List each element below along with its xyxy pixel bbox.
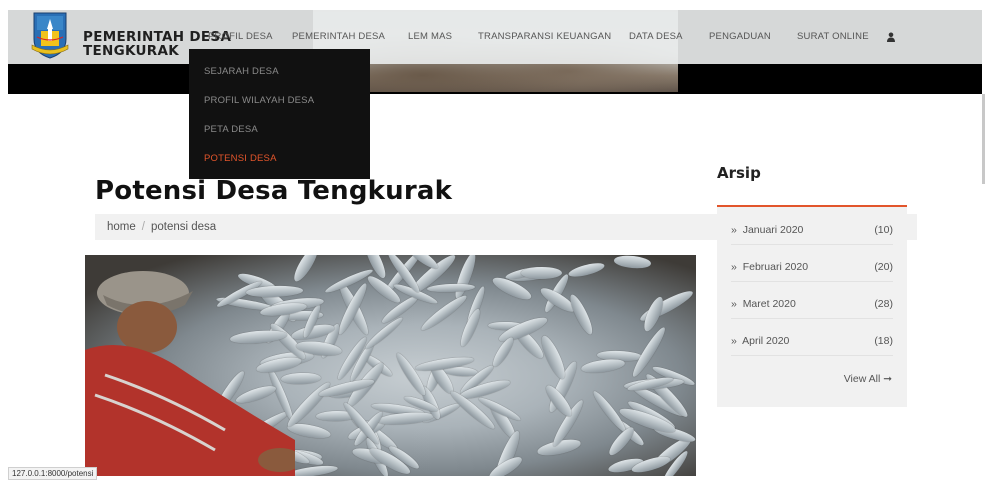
breadcrumb-separator: / [141,221,145,233]
archive-item[interactable]: » Februari 2020 (20) [731,244,893,282]
profil-desa-dropdown: SEJARAH DESA PROFIL WILAYAH DESA PETA DE… [189,49,370,179]
nav-data-desa[interactable]: DATA DESA [629,31,683,42]
archive-month: Maret 2020 [742,298,796,310]
fish-texture [629,453,672,476]
archive-list: » Januari 2020 (10) » Februari 2020 (20)… [717,207,907,407]
fish-texture [613,255,652,270]
archive-count: (20) [874,261,893,273]
fish-texture [393,350,429,398]
bullet-icon: » [731,335,737,347]
page-title: Potensi Desa Tengkurak [95,176,453,206]
potensi-fish-photo [85,255,696,476]
bullet-icon: » [731,224,737,236]
breadcrumb-current: potensi desa [150,221,217,233]
dropdown-item-profil-wilayah-desa[interactable]: PROFIL WILAYAH DESA [204,95,314,106]
fish-texture [567,260,606,280]
fish-texture [520,266,562,279]
dropdown-item-potensi-desa[interactable]: POTENSI DESA [204,153,277,164]
archive-month: Februari 2020 [742,261,809,273]
dropdown-item-sejarah-desa[interactable]: SEJARAH DESA [204,66,279,77]
archive-count: (18) [874,335,893,347]
nav-surat-online[interactable]: SURAT ONLINE [797,31,869,42]
status-bar-url: 127.0.0.1:8000/potensi [8,467,98,480]
village-emblem-logo[interactable] [31,9,69,59]
fish-texture [566,292,596,337]
sidebar-title: Arsip [717,164,761,182]
archive-item[interactable]: » April 2020 (18) [731,318,893,356]
fish-texture [376,410,435,427]
fish-texture [426,283,476,294]
bullet-icon: » [731,298,737,310]
fish-texture [290,255,322,285]
archive-month: April 2020 [742,335,790,347]
view-all-link[interactable]: View All ➞ [844,373,892,385]
archive-month: Januari 2020 [742,224,804,236]
breadcrumb-home[interactable]: home [107,221,136,233]
archive-item[interactable]: » Maret 2020 (28) [731,281,893,319]
archive-count: (10) [874,224,893,236]
nav-lem-mas[interactable]: LEM MAS [408,31,452,42]
fish-texture [451,255,480,302]
nav-transparansi-keuangan[interactable]: TRANSPARANSI KEUANGAN [478,31,611,42]
nav-pemerintah-desa[interactable]: PEMERINTAH DESA [292,31,385,42]
dropdown-item-peta-desa[interactable]: PETA DESA [204,124,258,135]
fish-texture [538,333,570,382]
archive-count: (28) [874,298,893,310]
archive-item[interactable]: » Januari 2020 (10) [731,207,893,245]
nav-pengaduan[interactable]: PENGADUAN [709,31,771,42]
user-icon[interactable] [887,32,895,42]
bullet-icon: » [731,261,737,273]
fish-texture [579,357,626,376]
fisherman-figure [85,271,295,476]
nav-profil-desa[interactable]: PROFIL DESA [208,31,273,42]
